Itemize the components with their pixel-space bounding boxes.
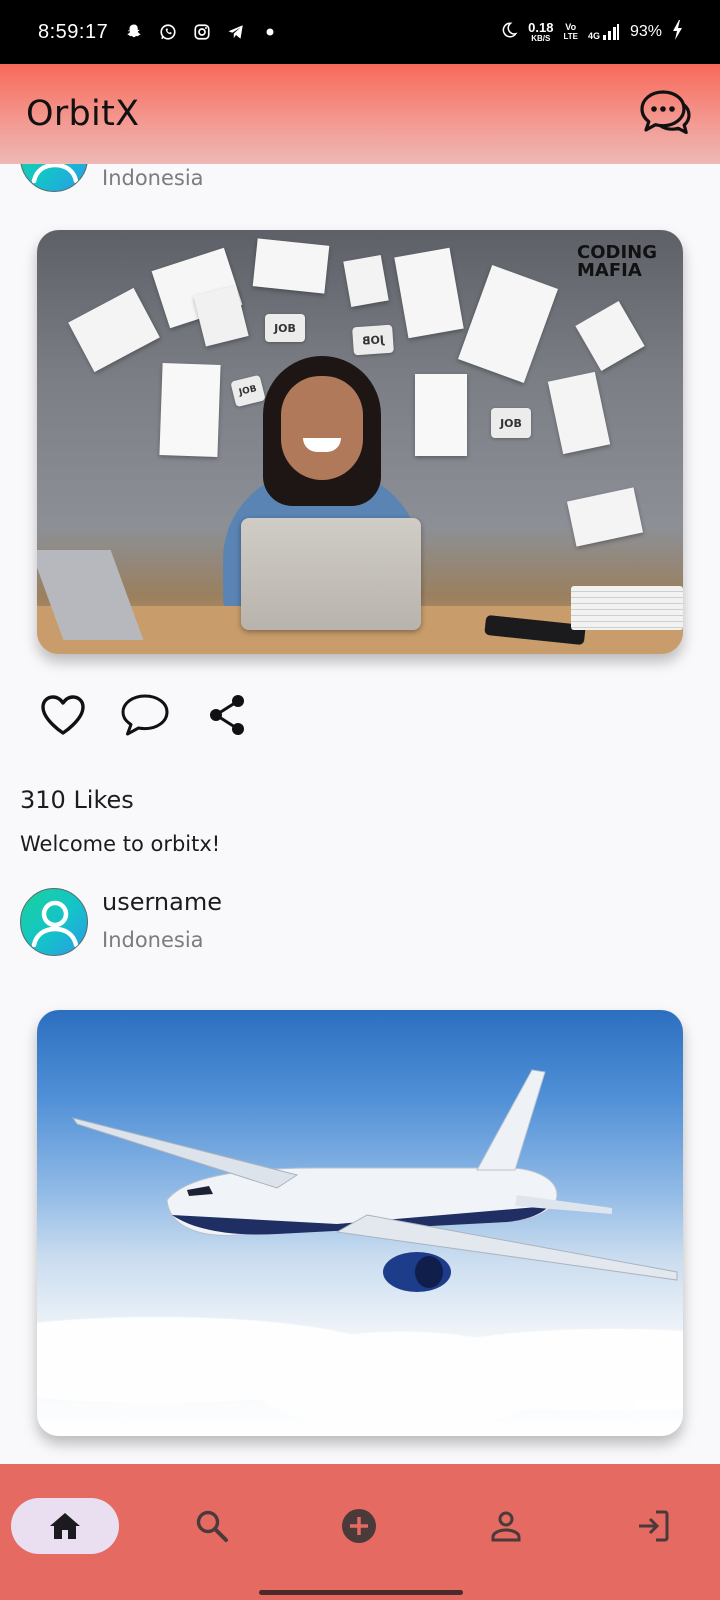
feed[interactable]: Indonesia JOB JOB JOB JOB CODING MAFIA 3… (0, 164, 720, 1464)
home-indicator[interactable] (259, 1590, 463, 1595)
home-icon[interactable] (37, 1498, 93, 1554)
job-tag: JOB (265, 314, 305, 342)
paper-doc (575, 300, 645, 372)
app-title: OrbitX (26, 94, 140, 134)
notification-icons (124, 22, 280, 42)
network-speed: 0.18 KB/S (528, 20, 554, 43)
laptop (241, 518, 421, 630)
status-time: 8:59:17 (38, 20, 109, 43)
volte-indicator: Vo LTE (563, 22, 578, 41)
do-not-disturb-icon (500, 21, 518, 44)
chat-bubbles-icon[interactable] (636, 85, 694, 143)
logout-icon[interactable] (625, 1498, 681, 1554)
system-status: 0.18 KB/S Vo LTE 4G 93% (500, 19, 684, 45)
avatar[interactable] (20, 888, 88, 956)
post-actions (38, 690, 252, 740)
share-icon[interactable] (202, 690, 252, 740)
job-tag: JOB (352, 324, 394, 356)
paper-stack (571, 586, 683, 630)
paper-doc (159, 363, 221, 457)
signal-icon: 4G (588, 23, 620, 41)
whatsapp-icon (158, 22, 178, 42)
telegram-icon (226, 22, 246, 42)
image-watermark: CODING MAFIA (577, 242, 657, 281)
post-image[interactable]: JOB JOB JOB JOB CODING MAFIA (37, 230, 683, 654)
paper-doc (415, 374, 467, 456)
job-tag: JOB (491, 408, 531, 438)
heart-icon[interactable] (38, 690, 88, 740)
paper-doc (343, 255, 389, 307)
more-dot-icon (260, 22, 280, 42)
instagram-icon (192, 22, 212, 42)
status-bar: 8:59:17 0.18 KB/S Vo LTE 4G 93% (0, 0, 720, 64)
add-circle-icon[interactable] (331, 1498, 387, 1554)
comment-icon[interactable] (120, 690, 170, 740)
snapchat-icon (124, 22, 144, 42)
paper-doc (193, 285, 249, 347)
app-bar: OrbitX (0, 64, 720, 164)
avatar[interactable] (20, 164, 88, 192)
airplane (71, 1069, 678, 1292)
search-icon[interactable] (184, 1498, 240, 1554)
post-username[interactable]: username (102, 888, 222, 916)
charging-icon (672, 19, 684, 45)
paper-doc (547, 371, 611, 455)
post-location: Indonesia (102, 166, 204, 190)
paper-doc (68, 287, 160, 373)
post-location: Indonesia (102, 928, 204, 952)
battery-level: 93% (629, 23, 662, 40)
post-image[interactable] (37, 1010, 683, 1436)
paper-doc (566, 487, 644, 547)
bottom-navigation (0, 1464, 720, 1600)
job-tag: JOB (230, 374, 266, 408)
paper-doc (252, 238, 330, 294)
paper-doc (394, 247, 464, 339)
person-icon[interactable] (478, 1498, 534, 1554)
person-face (281, 376, 363, 480)
post-caption: Welcome to orbitx! (20, 832, 221, 856)
like-count: 310 Likes (20, 786, 134, 814)
paper-doc (458, 265, 558, 383)
